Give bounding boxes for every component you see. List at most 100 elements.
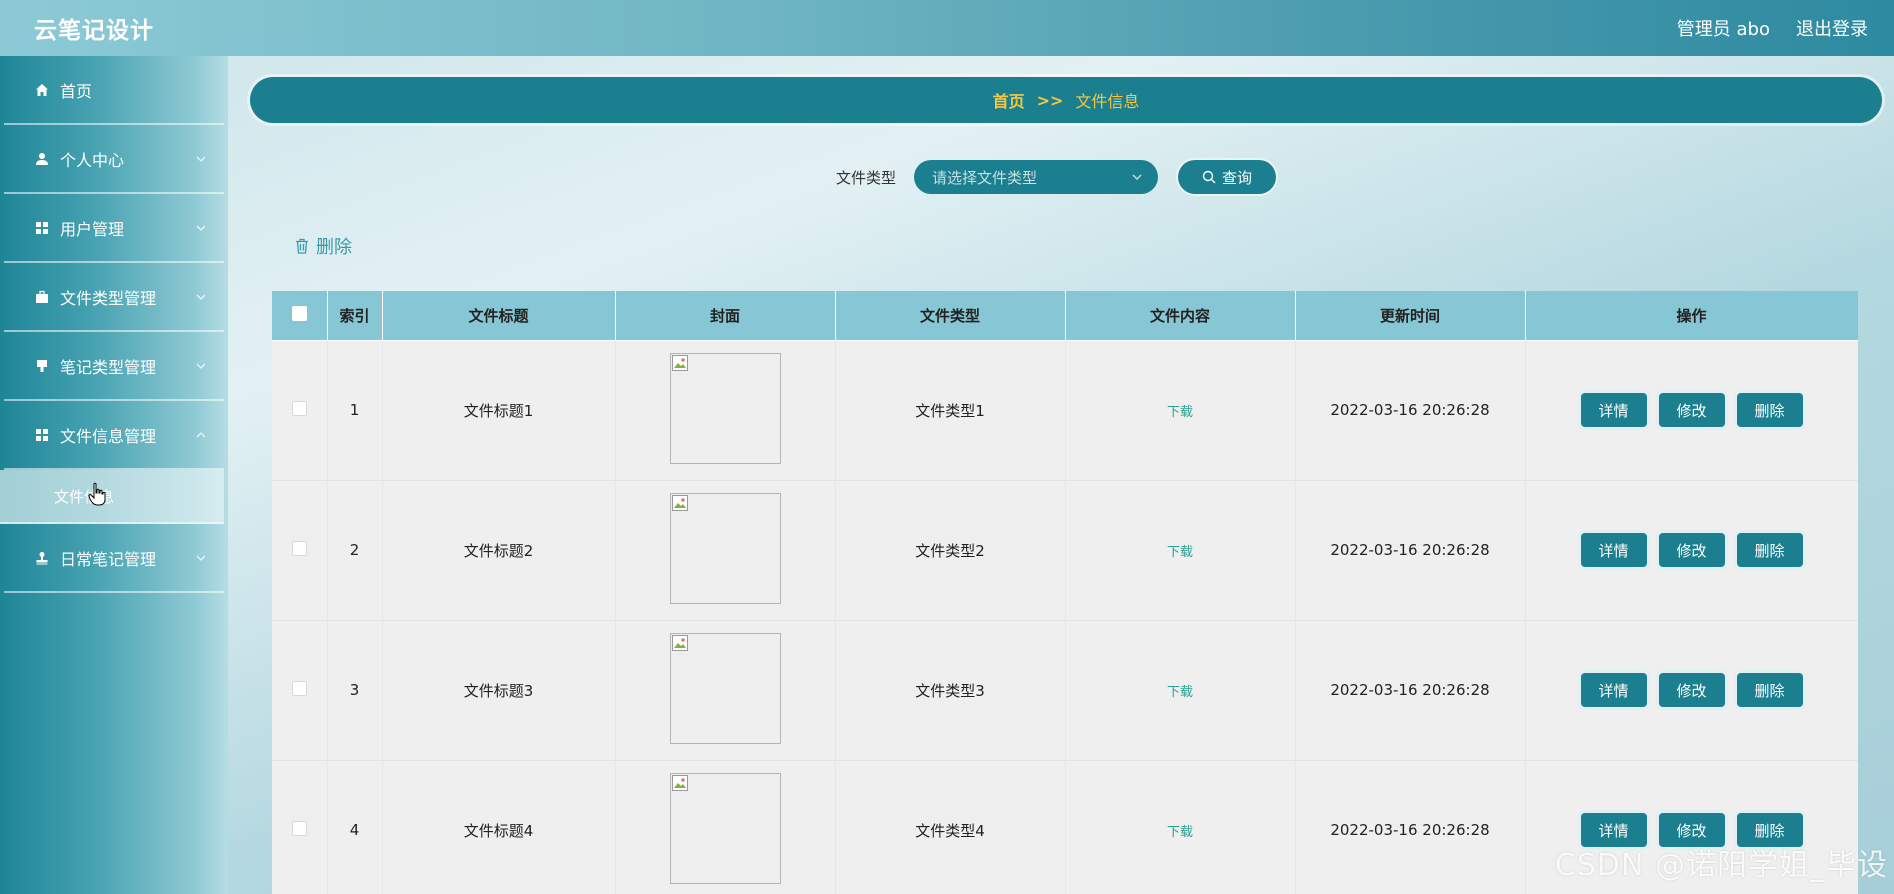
row-type: 文件类型3: [835, 620, 1066, 761]
header-right: 管理员 abo 退出登录: [1677, 15, 1868, 41]
user-label: 管理员 abo: [1676, 19, 1770, 40]
sidebar-item-label: 笔记类型管理: [60, 357, 157, 377]
home-icon: [34, 82, 50, 98]
row-content-cell: 下载: [1065, 340, 1296, 481]
row-updated: 2022-03-16 20:26:28: [1295, 480, 1526, 621]
row-type: 文件类型2: [835, 480, 1066, 621]
sidebar-item-file-type-management[interactable]: 文件类型管理: [4, 263, 224, 332]
download-link[interactable]: 下载: [1167, 545, 1193, 560]
sidebar-subitem-file-info[interactable]: 文件信息: [0, 470, 224, 524]
search-row: 文件类型 请选择文件类型 查询: [836, 160, 1277, 194]
row-content-cell: 下载: [1065, 760, 1296, 894]
download-link[interactable]: 下载: [1167, 825, 1193, 840]
hand-cursor-icon: [88, 482, 106, 506]
row-checkbox[interactable]: [291, 400, 307, 416]
row-cover-cell: [615, 760, 836, 894]
download-link[interactable]: 下载: [1167, 685, 1193, 700]
user-icon: [34, 151, 50, 167]
table-row: 2 文件标题2 文件类型2 下载 2022-03-16 20:26:28 详情 …: [272, 480, 1858, 621]
sidebar-item-label: 个人中心: [60, 150, 125, 170]
column-header-type: 文件类型: [835, 291, 1066, 341]
column-header-index: 索引: [327, 291, 383, 341]
column-header-content: 文件内容: [1065, 291, 1296, 341]
query-button[interactable]: 查询: [1178, 160, 1277, 194]
select-all-checkbox[interactable]: [291, 305, 307, 321]
chevron-down-icon: [196, 225, 206, 231]
row-type: 文件类型1: [835, 340, 1066, 481]
row-index: 2: [327, 480, 383, 621]
edit-button[interactable]: 修改: [1658, 393, 1725, 427]
column-header-cover: 封面: [615, 291, 836, 341]
column-header-actions: 操作: [1525, 291, 1858, 341]
grid-icon: [34, 220, 50, 236]
sidebar: 首页 个人中心 用户管理 文件类型管理 笔记类型管理 文件信息管理 文件信息 日…: [0, 56, 228, 894]
row-index: 1: [327, 340, 383, 481]
breadcrumb-separator: >>: [1036, 90, 1064, 110]
briefcase-icon: [34, 289, 50, 305]
grid-icon: [34, 427, 50, 443]
file-type-select[interactable]: 请选择文件类型: [914, 160, 1159, 194]
delete-button[interactable]: 删除: [1736, 673, 1803, 707]
watermark: CSDN @诺阳学姐_毕设: [1554, 848, 1888, 883]
query-button-label: 查询: [1222, 168, 1253, 187]
sidebar-item-daily-note-management[interactable]: 日常笔记管理: [4, 524, 224, 593]
sidebar-item-label: 用户管理: [60, 219, 125, 239]
trash-icon: [296, 238, 308, 254]
row-cover-cell: [615, 340, 836, 481]
table-row: 1 文件标题1 文件类型1 下载 2022-03-16 20:26:28 详情 …: [272, 340, 1858, 481]
detail-button[interactable]: 详情: [1580, 533, 1647, 567]
row-title: 文件标题2: [382, 480, 616, 621]
chevron-down-icon: [196, 363, 206, 369]
sidebar-item-home[interactable]: 首页: [4, 56, 224, 125]
file-type-select-placeholder: 请选择文件类型: [932, 168, 1038, 187]
sidebar-item-label: 日常笔记管理: [60, 549, 157, 569]
sidebar-item-note-type-management[interactable]: 笔记类型管理: [4, 332, 224, 401]
chevron-down-icon: [196, 156, 206, 162]
breadcrumb-current: 文件信息: [1075, 92, 1140, 111]
edit-button[interactable]: 修改: [1658, 673, 1725, 707]
row-updated: 2022-03-16 20:26:28: [1295, 760, 1526, 894]
row-checkbox[interactable]: [291, 680, 307, 696]
cover-image: [669, 492, 781, 604]
cover-image: [669, 352, 781, 464]
sidebar-item-file-info-management[interactable]: 文件信息管理: [4, 401, 224, 470]
column-header-title: 文件标题: [382, 291, 616, 341]
row-title: 文件标题3: [382, 620, 616, 761]
cover-image: [669, 632, 781, 744]
sidebar-item-label: 文件信息管理: [60, 426, 157, 446]
row-title: 文件标题1: [382, 340, 616, 481]
row-index: 4: [327, 760, 383, 894]
bulk-delete-button[interactable]: 删除: [294, 233, 352, 259]
delete-button[interactable]: 删除: [1736, 393, 1803, 427]
row-actions-cell: 详情 修改 删除: [1525, 340, 1858, 481]
app-title: 云笔记设计: [34, 18, 154, 44]
row-select-cell: [272, 480, 328, 621]
row-checkbox[interactable]: [291, 540, 307, 556]
sidebar-item-personal-center[interactable]: 个人中心: [4, 125, 224, 194]
sidebar-item-user-management[interactable]: 用户管理: [4, 194, 224, 263]
row-select-cell: [272, 760, 328, 894]
broken-image-icon: [671, 354, 688, 371]
table-row: 3 文件标题3 文件类型3 下载 2022-03-16 20:26:28 详情 …: [272, 620, 1858, 761]
breadcrumb-home[interactable]: 首页: [993, 88, 1025, 112]
stamp-icon: [34, 550, 50, 566]
download-link[interactable]: 下载: [1167, 405, 1193, 420]
chevron-down-icon: [196, 294, 206, 300]
broken-image-icon: [671, 774, 688, 791]
row-checkbox[interactable]: [291, 820, 307, 836]
chevron-down-icon: [1132, 174, 1142, 180]
broken-image-icon: [671, 634, 688, 651]
row-cover-cell: [615, 620, 836, 761]
row-cover-cell: [615, 480, 836, 621]
edit-button[interactable]: 修改: [1658, 533, 1725, 567]
detail-button[interactable]: 详情: [1580, 673, 1647, 707]
row-title: 文件标题4: [382, 760, 616, 894]
detail-button[interactable]: 详情: [1580, 393, 1647, 427]
row-actions-cell: 详情 修改 删除: [1525, 620, 1858, 761]
row-actions-cell: 详情 修改 删除: [1525, 480, 1858, 621]
row-content-cell: 下载: [1065, 480, 1296, 621]
row-index: 3: [327, 620, 383, 761]
file-info-table: 索引 文件标题 封面 文件类型 文件内容 更新时间 操作 1 文件标题1 文件类…: [272, 291, 1858, 894]
delete-button[interactable]: 删除: [1736, 533, 1803, 567]
logout-link[interactable]: 退出登录: [1796, 15, 1868, 41]
